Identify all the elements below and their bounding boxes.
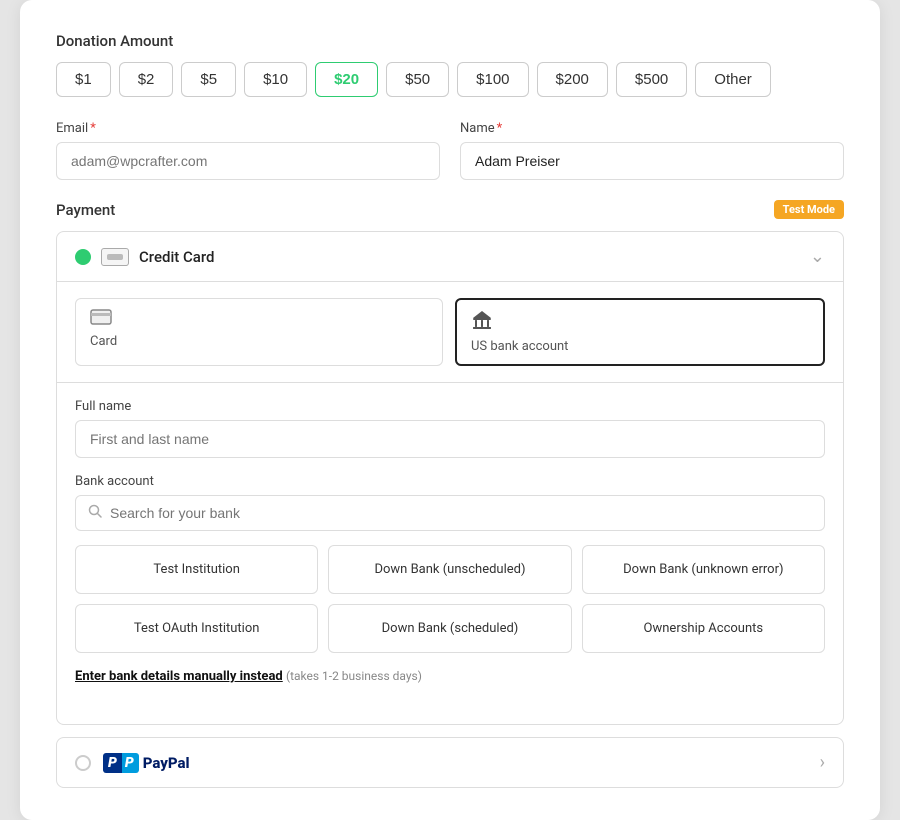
- bank-search-input[interactable]: [110, 505, 812, 521]
- main-card: Donation Amount $1 $2 $5 $10 $20 $50 $10…: [20, 0, 880, 820]
- paypal-row[interactable]: PP PayPal ›: [56, 737, 844, 788]
- credit-card-radio[interactable]: [75, 249, 91, 265]
- amount-buttons-group: $1 $2 $5 $10 $20 $50 $100 $200 $500 Othe…: [56, 62, 844, 97]
- inner-form: Full name Bank account Test Institution …: [57, 383, 843, 724]
- paypal-chevron-icon: ›: [820, 752, 825, 773]
- bank-item-oauth[interactable]: Test OAuth Institution: [75, 604, 318, 653]
- name-label: Name*: [460, 121, 844, 136]
- test-mode-badge: Test Mode: [774, 200, 844, 219]
- email-label: Email*: [56, 121, 440, 136]
- payment-outer: Credit Card ⌄ Card: [56, 231, 844, 725]
- bank-item-test-institution[interactable]: Test Institution: [75, 545, 318, 594]
- bank-item-down-unscheduled[interactable]: Down Bank (unscheduled): [328, 545, 571, 594]
- bank-item-down-unknown[interactable]: Down Bank (unknown error): [582, 545, 825, 594]
- amount-btn-200[interactable]: $200: [537, 62, 608, 97]
- paypal-logo: PP PayPal: [103, 753, 190, 773]
- credit-card-header[interactable]: Credit Card ⌄: [57, 232, 843, 282]
- payment-header: Payment Test Mode: [56, 200, 844, 219]
- manual-entry: Enter bank details manually instead (tak…: [75, 669, 825, 684]
- amount-btn-5[interactable]: $5: [181, 62, 236, 97]
- card-label: Card: [90, 334, 117, 349]
- card-icon: [90, 309, 112, 330]
- credit-card-icon: [101, 248, 129, 266]
- bank-item-down-scheduled[interactable]: Down Bank (scheduled): [328, 604, 571, 653]
- payment-label: Payment: [56, 201, 115, 219]
- payment-type-card[interactable]: Card: [75, 298, 443, 366]
- paypal-radio[interactable]: [75, 755, 91, 771]
- amount-btn-2[interactable]: $2: [119, 62, 174, 97]
- manual-entry-note: (takes 1-2 business days): [286, 669, 422, 683]
- bank-account-label: Bank account: [75, 474, 825, 489]
- donation-amount-label: Donation Amount: [56, 32, 844, 50]
- amount-btn-50[interactable]: $50: [386, 62, 449, 97]
- email-input[interactable]: [56, 142, 440, 180]
- amount-btn-100[interactable]: $100: [457, 62, 528, 97]
- manual-entry-link[interactable]: Enter bank details manually instead: [75, 669, 283, 684]
- bank-icon: [471, 310, 493, 335]
- amount-btn-500[interactable]: $500: [616, 62, 687, 97]
- paypal-wordmark: PayPal: [143, 754, 190, 772]
- name-input[interactable]: [460, 142, 844, 180]
- search-icon: [88, 504, 102, 522]
- email-group: Email*: [56, 121, 440, 180]
- email-name-row: Email* Name*: [56, 121, 844, 180]
- bank-item-ownership[interactable]: Ownership Accounts: [582, 604, 825, 653]
- credit-card-label: Credit Card: [139, 248, 800, 266]
- us-bank-label: US bank account: [471, 339, 568, 354]
- chevron-down-icon: ⌄: [810, 246, 825, 267]
- bank-search-wrapper: [75, 495, 825, 531]
- name-group: Name*: [460, 121, 844, 180]
- full-name-input[interactable]: [75, 420, 825, 458]
- amount-btn-1[interactable]: $1: [56, 62, 111, 97]
- amount-btn-other[interactable]: Other: [695, 62, 771, 97]
- full-name-label: Full name: [75, 399, 825, 414]
- bank-grid: Test Institution Down Bank (unscheduled)…: [75, 545, 825, 653]
- payment-type-row: Card US bank account: [57, 282, 843, 383]
- payment-type-us-bank[interactable]: US bank account: [455, 298, 825, 366]
- amount-btn-20[interactable]: $20: [315, 62, 378, 97]
- amount-btn-10[interactable]: $10: [244, 62, 307, 97]
